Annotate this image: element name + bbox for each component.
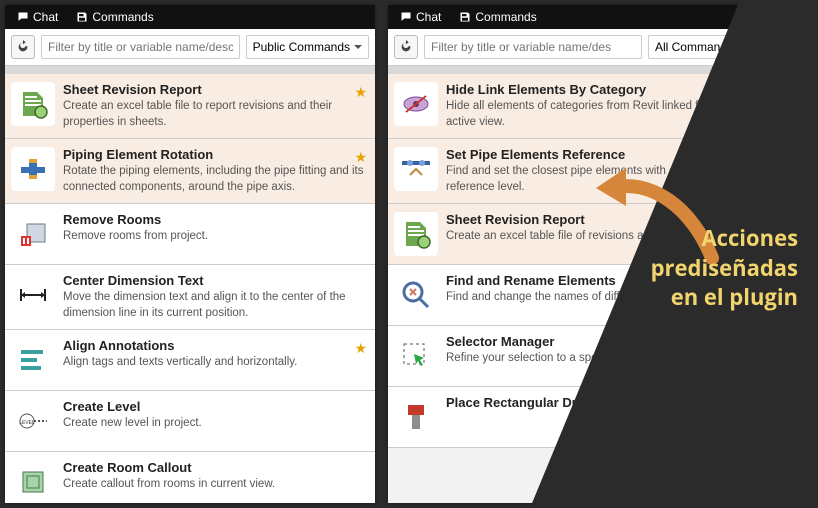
place-ducts-icon [394,395,438,439]
command-item[interactable]: Place Rectangular Ducts at Walls [388,387,758,448]
command-title: Set Pipe Elements Reference [446,147,750,162]
panel-left: Chat Commands Public Commands Sheet Revi… [5,5,375,503]
tab-commands-label: Commands [92,10,153,24]
center-dimension-icon [11,273,55,317]
command-item[interactable]: Center Dimension Text Move the dimension… [5,265,375,330]
command-title: Selector Manager [446,334,750,349]
command-item[interactable]: Set Pipe Elements Reference Find and set… [388,139,758,204]
tab-commands[interactable]: Commands [68,7,161,27]
align-annotations-icon [11,338,55,382]
tabbar: Chat Commands [5,5,375,29]
sheet-report-icon [11,82,55,126]
list-spacer [388,66,758,74]
save-icon [76,11,88,23]
command-item[interactable]: Sheet Revision Report Create an excel ta… [5,74,375,139]
filter-input[interactable] [424,35,642,59]
filter-input[interactable] [41,35,240,59]
list-spacer [5,66,375,74]
command-desc: Refine your selection to a specified set… [446,351,750,367]
svg-text:LEVEL: LEVEL [19,420,35,426]
refresh-button[interactable] [394,35,418,59]
command-item[interactable]: Create Room Callout Create callout from … [5,452,375,503]
command-title: Create Level [63,399,367,414]
annotation-line: Acciones [701,223,798,253]
chat-icon [400,11,412,23]
command-title: Center Dimension Text [63,273,367,288]
command-item[interactable]: Remove Rooms Remove rooms from project. [5,204,375,265]
command-desc: Hide all elements of categories from Rev… [446,99,750,130]
command-desc: Rotate the piping elements, including th… [63,164,367,195]
tab-chat-label: Chat [416,10,441,24]
remove-rooms-icon [11,212,55,256]
filterbar: All Commands [388,29,758,66]
refresh-icon [399,40,413,54]
selector-manager-icon [394,334,438,378]
pipe-reference-icon [394,147,438,191]
tab-commands-label: Commands [475,10,536,24]
refresh-button[interactable] [11,35,35,59]
annotation-line: prediseñadas [651,253,798,283]
tab-commands[interactable]: Commands [451,7,544,27]
scope-select-label: All Commands [655,40,733,54]
tab-chat[interactable]: Chat [9,7,66,27]
command-item[interactable]: Align Annotations Align tags and texts v… [5,330,375,391]
save-icon [459,11,471,23]
sheet-report-icon [394,212,438,256]
command-desc: Create an excel table file to report rev… [63,99,367,130]
command-desc: Create new level in project. [63,416,367,432]
command-desc: Remove rooms from project. [63,229,367,245]
tab-chat[interactable]: Chat [392,7,449,27]
command-item[interactable]: Hide Link Elements By Category Hide all … [388,74,758,139]
star-icon[interactable]: ★ [354,84,367,101]
command-title: Align Annotations [63,338,367,353]
pipe-rotation-icon [11,147,55,191]
star-icon[interactable]: ★ [354,340,367,357]
command-desc: Move the dimension text and align it to … [63,290,367,321]
tabbar: Chat Commands [388,5,758,29]
hide-link-icon [394,82,438,126]
command-title: Place Rectangular Ducts at Walls [446,395,750,410]
chat-icon [17,11,29,23]
command-item[interactable]: Piping Element Rotation Rotate the pipin… [5,139,375,204]
command-title: Hide Link Elements By Category [446,82,750,97]
command-desc: Find and set the closest pipe elements w… [446,164,750,195]
command-item[interactable]: LEVEL Create Level Create new level in p… [5,391,375,452]
command-title: Create Room Callout [63,460,367,475]
refresh-icon [16,40,30,54]
annotation-line: en el plugin [671,282,798,312]
find-rename-icon [394,273,438,317]
command-list: Sheet Revision Report Create an excel ta… [5,74,375,503]
scope-select[interactable]: All Commands [648,35,752,59]
command-title: Piping Element Rotation [63,147,367,162]
command-title: Sheet Revision Report [63,82,367,97]
star-icon[interactable]: ★ [354,149,367,166]
room-callout-icon [11,460,55,503]
scope-select[interactable]: Public Commands [246,35,369,59]
command-desc: Align tags and texts vertically and hori… [63,355,367,371]
command-item[interactable]: Selector Manager Refine your selection t… [388,326,758,387]
filterbar: Public Commands [5,29,375,66]
command-desc: Create callout from rooms in current vie… [63,477,367,493]
create-level-icon: LEVEL [11,399,55,443]
scope-select-label: Public Commands [253,40,350,54]
command-title: Remove Rooms [63,212,367,227]
annotation-text: Acciones prediseñadas en el plugin [628,224,798,313]
tab-chat-label: Chat [33,10,58,24]
